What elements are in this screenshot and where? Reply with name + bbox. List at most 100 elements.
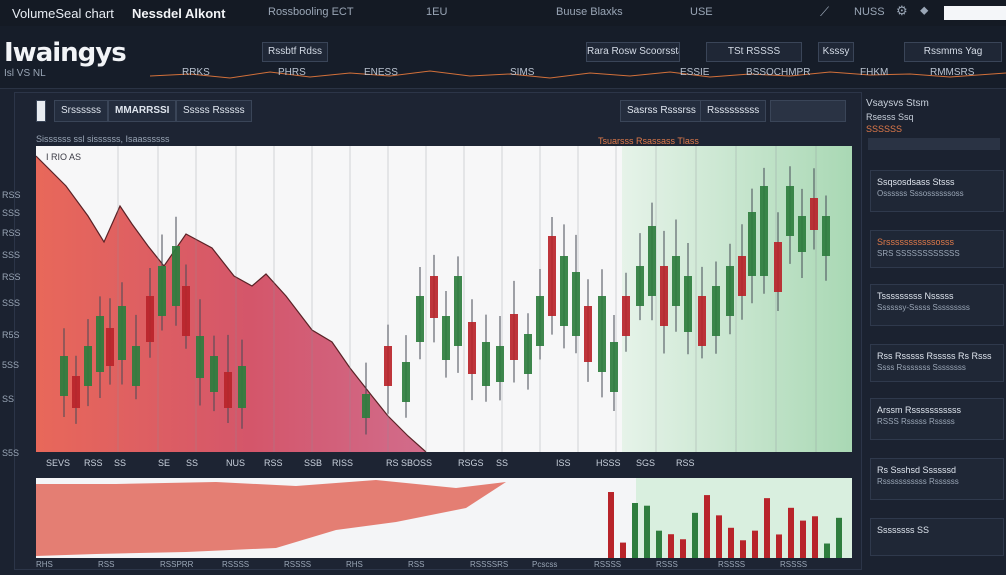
candle-body xyxy=(454,276,462,346)
chart-tab-3[interactable]: Sssss Rsssss xyxy=(176,100,252,122)
chart-search[interactable] xyxy=(770,100,846,122)
x-tick-label: SGS xyxy=(636,458,656,468)
chart-tab-4[interactable]: Sasrss Rsssrss xyxy=(620,100,703,122)
sidebar-toolbar[interactable] xyxy=(868,138,1000,150)
nav-button-5[interactable]: Rssmms Yag xyxy=(904,42,1002,62)
candle-body xyxy=(738,256,746,296)
nav-button-3[interactable]: TSt RSSSS xyxy=(706,42,802,62)
settings-icon[interactable]: ⚙ xyxy=(896,3,908,19)
candle-body xyxy=(598,296,606,372)
watch-card[interactable]: Tsssssssss Nsssss Ssssssy-Sssss Sssssssss xyxy=(870,284,1004,326)
ticker-item[interactable]: PHRS xyxy=(278,67,306,78)
candle-body xyxy=(748,212,756,276)
chart-tab-2[interactable]: MMARRSSI xyxy=(108,100,177,122)
volume-chart[interactable] xyxy=(36,478,852,558)
notification-icon[interactable]: ⬥ xyxy=(920,3,928,18)
candle-body xyxy=(798,216,806,252)
candle-body xyxy=(224,372,232,408)
candle-body xyxy=(548,236,556,316)
sidebar-line-1: Rsesss Ssq xyxy=(866,112,914,122)
watch-card[interactable]: Srsssssssssssosss SRS SSSSSSSSSSSS xyxy=(870,230,1004,268)
candle-body xyxy=(84,346,92,386)
ticker-item[interactable]: RMMSRS xyxy=(930,67,974,78)
volume-bar xyxy=(764,498,770,558)
candle-body xyxy=(572,272,580,336)
menu-item-2[interactable]: 1EU xyxy=(426,6,447,18)
volume-bar xyxy=(716,515,722,558)
menu-item-3[interactable]: Buuse Blaxks xyxy=(556,6,623,18)
nav-button-2[interactable]: Rara Rosw Scoorsstas xyxy=(586,42,680,62)
chart-tab-1[interactable]: Srssssss xyxy=(54,100,108,122)
volume-bar xyxy=(740,540,746,558)
y-tick-label: S5S xyxy=(2,448,20,458)
bottom-tick-label: RSSSS xyxy=(594,560,622,569)
volume-bar xyxy=(656,530,662,558)
price-chart[interactable]: I RIO AS xyxy=(36,146,852,452)
ticker-item[interactable]: SIMS xyxy=(510,67,534,78)
candle-body xyxy=(712,286,720,336)
x-tick-label: ISS xyxy=(556,458,571,468)
app-name[interactable]: Nessdel Alkont xyxy=(132,6,225,21)
candle-body xyxy=(416,296,424,342)
volume-bar xyxy=(680,539,686,558)
candle-body xyxy=(182,286,190,336)
watch-card[interactable]: Ssssssss SS xyxy=(870,518,1004,556)
watch-card[interactable]: Arssm Rsssssssssss RSSS Rsssss Rsssss xyxy=(870,398,1004,440)
x-tick-label: SS xyxy=(114,458,127,468)
logo-subtitle: Isl VS NL xyxy=(4,68,46,79)
candle-body xyxy=(560,256,568,326)
bottom-tick-label: RHS xyxy=(346,560,363,569)
chart-subheader: Sissssss ssl sissssss, Isaassssss xyxy=(36,134,170,144)
x-tick-label: SS xyxy=(420,458,433,468)
y-tick-label: 5SS xyxy=(2,360,20,370)
ticker-item[interactable]: ENESS xyxy=(364,67,398,78)
sidebar-title: Vsaysvs Stsm xyxy=(866,98,929,109)
candle-body xyxy=(672,256,680,306)
watch-card[interactable]: Rss Rsssss Rsssss Rs Rsss Ssss Rsssssss S… xyxy=(870,344,1004,382)
ticker-item[interactable]: ESSIE xyxy=(680,67,709,78)
candle-body xyxy=(106,328,114,366)
watchlist-sidebar: Vsaysvs Stsm Rsesss Ssq SSSSSS Ssqsosdsa… xyxy=(862,92,1006,575)
search-box[interactable] xyxy=(944,6,1006,20)
x-tick-label: NUS xyxy=(226,458,246,468)
candle-body xyxy=(810,198,818,230)
watch-card[interactable]: Rs Ssshsd Ssssssd Rsssssssssss Rssssss xyxy=(870,458,1004,500)
candle-body xyxy=(482,342,490,386)
y-tick-label: SSS xyxy=(2,250,21,260)
chart-tab-5[interactable]: Rsssssssss xyxy=(700,100,767,122)
y-tick-label: RSS xyxy=(2,228,21,238)
chevron-icon[interactable]: ⟋ xyxy=(820,4,829,20)
menu-item-4[interactable]: USE xyxy=(690,6,713,18)
candle-body xyxy=(698,296,706,346)
bottom-tick-label: RHS xyxy=(36,560,53,569)
chart-toolbar: Srssssss MMARRSSI Sssss Rsssss Sasrss Rs… xyxy=(14,96,860,122)
candle-body xyxy=(536,296,544,346)
y-tick-label: RSS xyxy=(2,190,21,200)
nav-button-1[interactable]: Rssbtf Rdss xyxy=(262,42,328,62)
candle-body xyxy=(96,316,104,372)
candle-body xyxy=(622,296,630,336)
candle-body xyxy=(684,276,692,332)
ticker-item[interactable]: RRKS xyxy=(182,67,210,78)
watch-card[interactable]: Ssqsosdsass Stsss Ossssss Sssossssssoss xyxy=(870,170,1004,212)
menu-item-1[interactable]: Rossbooling ECT xyxy=(268,6,354,18)
x-tick-label: SEVS xyxy=(46,458,71,468)
candle-body xyxy=(610,342,618,392)
x-tick-label: RISS xyxy=(332,458,354,468)
menu-item-5[interactable]: NUSS xyxy=(854,6,885,18)
candle-body xyxy=(118,306,126,360)
volume-bar xyxy=(704,495,710,558)
candle-body xyxy=(786,186,794,236)
ticker-strip: RRKS PHRS ENESS SIMS ESSIE BSSOCHMPR FHK… xyxy=(150,64,1006,84)
ticker-item[interactable]: FHKM xyxy=(860,67,888,78)
y-tick-label: SS xyxy=(2,394,15,404)
volume-bar xyxy=(668,534,674,558)
x-axis: SEVS RSS SS SE SS NUS RSS SSB RISS RS SBO SS RSGS SS… xyxy=(36,458,852,472)
candle-body xyxy=(362,394,370,418)
volume-bar xyxy=(692,512,698,558)
chart-icon[interactable] xyxy=(36,100,46,122)
bottom-tick-label: Pcscss xyxy=(532,560,558,569)
ticker-item[interactable]: BSSOCHMPR xyxy=(746,67,810,78)
bottom-tick-label: RSSSS xyxy=(222,560,250,569)
nav-button-4[interactable]: Ksssy xyxy=(818,42,854,62)
